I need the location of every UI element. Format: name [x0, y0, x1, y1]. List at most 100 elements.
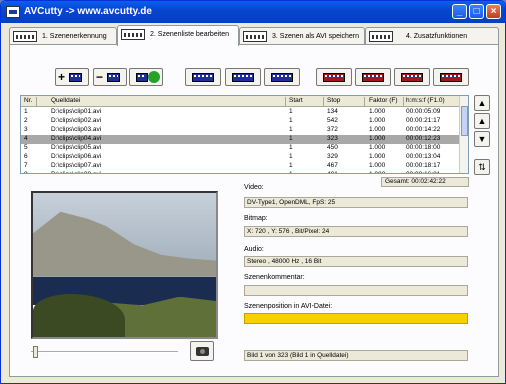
column-header[interactable]: h:m:s:f (F1.0)	[406, 97, 461, 107]
table-cell: 1	[289, 108, 293, 115]
tab-szenenerkennung[interactable]: 1. Szenenerkennung	[9, 27, 117, 45]
table-cell: 1.000	[369, 126, 386, 133]
maximize-button[interactable]: □	[469, 4, 484, 19]
total-duration: Gesamt: 00:02:42:22	[381, 177, 469, 187]
table-cell: 8	[24, 171, 28, 173]
table-row[interactable]: 1 D:\clips\clip01.avi 1 134 1.000 00:00:05:09	[21, 108, 461, 117]
table-cell: 1	[289, 135, 293, 142]
add-scene-button[interactable]: +	[55, 68, 89, 86]
video-preview	[31, 191, 218, 339]
table-cell: 1	[289, 171, 293, 173]
bitmap-label: Bitmap:	[244, 215, 268, 222]
table-row[interactable]: 6 D:\clips\clip06.avi 1 329 1.000 00:00:13:04	[21, 153, 461, 162]
sort-button[interactable]: ⇅	[474, 159, 490, 175]
tab-label: 3. Szenen als AVI speichern	[272, 33, 360, 40]
table-row[interactable]: 3 D:\clips\clip03.avi 1 372 1.000 00:00:14:22	[21, 126, 461, 135]
table-cell: D:\clips\clip06.avi	[51, 153, 102, 160]
refresh-icon	[148, 71, 160, 83]
table-cell: 1	[24, 108, 28, 115]
table-cell: 00:00:18:00	[406, 144, 441, 151]
scene-position-bar	[244, 313, 468, 324]
remove-scene-button[interactable]: −	[93, 68, 127, 86]
audio-label: Audio:	[244, 246, 264, 253]
minimize-button[interactable]: _	[452, 4, 467, 19]
close-button[interactable]: ×	[486, 4, 501, 19]
mark-start-button[interactable]	[316, 68, 352, 86]
table-cell: D:\clips\clip05.avi	[51, 144, 102, 151]
scene-list-table[interactable]: Nr. Quelldatei Start Stop Faktor (F) h:m…	[20, 95, 469, 174]
table-row[interactable]: 8 D:\clips\clip08.avi 1 401 1.000 00:00:16:01	[21, 171, 461, 173]
table-cell: D:\clips\clip02.avi	[51, 117, 102, 124]
table-row[interactable]: 5 D:\clips\clip05.avi 1 450 1.000 00:00:18:00	[21, 144, 461, 153]
slider-thumb[interactable]	[33, 346, 38, 358]
table-cell: 1.000	[369, 144, 386, 151]
tab-szenenliste-bearbeiten[interactable]: 2. Szenenliste bearbeiten	[117, 25, 239, 46]
table-cell: 134	[327, 108, 338, 115]
table-cell: 1	[289, 117, 293, 124]
table-cell: 372	[327, 126, 338, 133]
column-header[interactable]: Stop	[327, 97, 365, 107]
table-row[interactable]: 4 D:\clips\clip04.avi 1 323 1.000 00:00:12:23	[21, 135, 461, 144]
split-scene-button[interactable]	[185, 68, 221, 86]
table-header: Nr. Quelldatei Start Stop Faktor (F) h:m…	[21, 96, 461, 107]
table-cell: 00:00:21:17	[406, 117, 441, 124]
tab-label: 4. Zusatzfunktionen	[406, 33, 468, 40]
audio-info-field: Stereo , 48000 Hz , 16 Bit	[244, 256, 468, 267]
table-cell: D:\clips\clip07.avi	[51, 162, 102, 169]
video-label: Video:	[244, 184, 264, 191]
table-cell: 00:00:12:23	[406, 135, 441, 142]
refresh-scene-button[interactable]	[129, 68, 163, 86]
column-header[interactable]: Faktor (F)	[369, 97, 404, 107]
tab-label: 1. Szenenerkennung	[42, 33, 107, 40]
table-cell: 401	[327, 171, 338, 173]
table-cell: 1	[289, 144, 293, 151]
column-header[interactable]: Start	[289, 97, 324, 107]
table-cell: 3	[24, 126, 28, 133]
tab-label: 2. Szenenliste bearbeiten	[150, 31, 229, 38]
table-cell: 1	[289, 153, 293, 160]
table-cell: 5	[24, 144, 28, 151]
extras-icon	[369, 31, 393, 42]
slider-track	[31, 351, 178, 353]
frame-slider[interactable]	[31, 345, 178, 359]
position-label: Szenenposition in AVI-Datei:	[244, 303, 333, 310]
move-down-button[interactable]: ▼	[474, 131, 490, 147]
save-avi-icon	[243, 31, 267, 42]
edit-scene-button[interactable]	[433, 68, 469, 86]
table-cell: 00:00:14:22	[406, 126, 441, 133]
merge-scene-button[interactable]	[264, 68, 300, 86]
title-bar[interactable]: AVCutty -> www.avcutty.de _ □ ×	[1, 1, 505, 23]
table-cell: 450	[327, 144, 338, 151]
frame-status: Bild 1 von 323 (Bild 1 in Quelldatei)	[244, 350, 468, 361]
table-cell: D:\clips\clip03.avi	[51, 126, 102, 133]
table-cell: 323	[327, 135, 338, 142]
move-up-button[interactable]: ▲	[474, 113, 490, 129]
scrollbar-thumb[interactable]	[461, 106, 468, 136]
tab-zusatzfunktionen[interactable]: 4. Zusatzfunktionen	[365, 27, 499, 45]
window-title: AVCutty -> www.avcutty.de	[24, 6, 152, 17]
table-cell: 00:00:05:09	[406, 108, 441, 115]
column-header[interactable]: Quelldatei	[51, 97, 286, 107]
save-scene-button[interactable]	[394, 68, 430, 86]
table-scrollbar[interactable]	[459, 96, 468, 173]
table-cell: 6	[24, 153, 28, 160]
move-top-button[interactable]: ▲	[474, 95, 490, 111]
table-cell: 4	[24, 135, 28, 142]
scene-comment-input[interactable]	[244, 285, 468, 296]
play-scene-button[interactable]	[355, 68, 391, 86]
table-cell: 1	[289, 126, 293, 133]
table-cell: 00:00:18:17	[406, 162, 441, 169]
tab-szenen-speichern[interactable]: 3. Szenen als AVI speichern	[239, 27, 365, 45]
column-header[interactable]: Nr.	[24, 97, 37, 107]
table-cell: 1	[289, 162, 293, 169]
app-icon	[6, 6, 20, 18]
table-cell: 00:00:16:01	[406, 171, 440, 173]
table-cell: 1.000	[369, 135, 386, 142]
table-row[interactable]: 2 D:\clips\clip02.avi 1 542 1.000 00:00:21:17	[21, 117, 461, 126]
table-cell: D:\clips\clip04.avi	[51, 135, 102, 142]
snapshot-camera-icon[interactable]	[190, 341, 214, 361]
table-row[interactable]: 7 D:\clips\clip07.avi 1 467 1.000 00:00:18:17	[21, 162, 461, 171]
table-cell: 2	[24, 117, 28, 124]
select-scene-button[interactable]	[225, 68, 261, 86]
table-cell: 329	[327, 153, 338, 160]
